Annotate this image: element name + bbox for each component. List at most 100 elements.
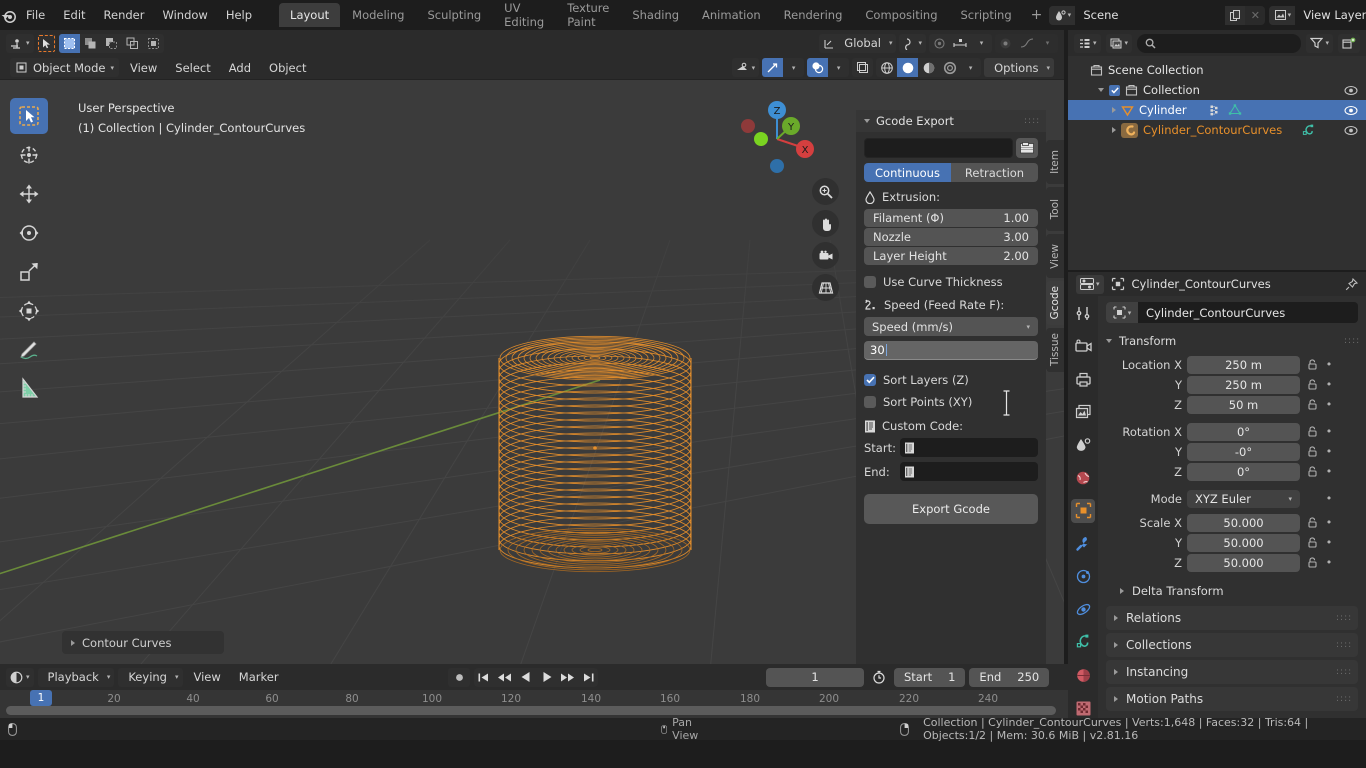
value-rotation-z[interactable]: 0° (1187, 463, 1300, 481)
overlays-group[interactable]: ▾ (807, 58, 849, 77)
overlays-caret-icon[interactable]: ▾ (828, 58, 849, 77)
chevron-right-icon[interactable] (1112, 127, 1116, 133)
annotate-tool[interactable] (10, 332, 48, 368)
tab-animation[interactable]: Animation (691, 3, 772, 27)
value-scale-y[interactable]: 50.000 (1187, 534, 1300, 552)
shading-solid-icon[interactable] (897, 58, 918, 77)
animate-dot-icon[interactable]: • (1324, 445, 1334, 458)
outliner-filter-button[interactable]: ▾ (1306, 34, 1333, 53)
outliner-row-scene-collection[interactable]: Scene Collection (1068, 60, 1366, 80)
outliner[interactable]: ▾ ▾ ▾ Scene Collection (1068, 30, 1366, 270)
shading-rendered-icon[interactable] (939, 58, 960, 77)
animate-dot-icon[interactable]: • (1324, 378, 1334, 391)
sidebar-tab-tissue[interactable]: Tissue (1046, 328, 1064, 372)
select-mode-group[interactable] (59, 34, 164, 53)
transform-tool[interactable] (10, 293, 48, 329)
viewport-menu-select[interactable]: Select (168, 58, 217, 78)
editor-type-button[interactable]: ▾ (6, 34, 34, 53)
sidebar-tab-view[interactable]: View (1046, 234, 1064, 278)
gizmo-caret-icon[interactable]: ▾ (783, 58, 804, 77)
proportional-size-icon[interactable] (950, 34, 971, 53)
tab-world-properties[interactable] (1071, 466, 1095, 490)
tab-modifier-properties[interactable] (1071, 532, 1095, 556)
panel-grip-icon[interactable]: :::: (1024, 119, 1038, 123)
viewlayer-selector[interactable]: ▾ View Layer ✕ (1269, 6, 1366, 25)
export-gcode-button[interactable]: Export Gcode (864, 494, 1038, 524)
panel-instancing[interactable]: Instancing :::: (1106, 660, 1358, 684)
object-mode-selector[interactable]: Object Mode ▾ (10, 58, 119, 77)
xray-toggle-button[interactable] (852, 58, 873, 77)
transform-panel-header[interactable]: Transform :::: (1106, 330, 1358, 352)
proportional-edit-icon[interactable] (929, 34, 950, 53)
timeline-strip[interactable]: 1 20 40 60 80 100 120 140 160 180 200 22… (0, 690, 1068, 718)
speed-value-input[interactable]: 30 (864, 341, 1038, 360)
viewport-menu-add[interactable]: Add (222, 58, 258, 78)
value-location-x[interactable]: 250 m (1187, 356, 1300, 374)
rotate-tool[interactable] (10, 215, 48, 251)
tab-retraction[interactable]: Retraction (951, 163, 1038, 182)
sidebar-tab-item[interactable]: Item (1046, 140, 1064, 184)
select-invert-icon[interactable] (122, 34, 143, 53)
gizmo-toggle-icon[interactable] (762, 58, 783, 77)
checkbox-sort-layers[interactable]: Sort Layers (Z) (864, 371, 1038, 388)
menu-render[interactable]: Render (95, 5, 154, 25)
scene-selector[interactable]: ▾ Scene ✕ (1049, 6, 1265, 25)
lock-icon[interactable] (1305, 517, 1319, 528)
delete-scene-button[interactable]: ✕ (1245, 6, 1265, 25)
tab-compositing[interactable]: Compositing (854, 3, 948, 27)
blender-logo-icon[interactable] (0, 0, 17, 30)
timeline-playhead[interactable]: 1 (30, 690, 52, 706)
jump-to-start-button[interactable] (474, 668, 493, 687)
outliner-row-cylinder[interactable]: Cylinder (1068, 100, 1366, 120)
outliner-row-cylinder-contourcurves[interactable]: Cylinder_ContourCurves (1068, 120, 1366, 140)
value-rotation-y[interactable]: -0° (1187, 443, 1300, 461)
tab-sculpting[interactable]: Sculpting (416, 3, 492, 27)
custom-start-input[interactable] (900, 438, 1038, 457)
navigation-gizmo[interactable]: Z X Y (736, 98, 814, 176)
tab-continuous[interactable]: Continuous (864, 163, 951, 182)
lock-icon[interactable] (1305, 359, 1319, 370)
timeline-menu-marker[interactable]: Marker (232, 667, 286, 687)
zoom-icon[interactable] (812, 178, 839, 205)
value-scale-z[interactable]: 50.000 (1187, 554, 1300, 572)
visibility-eye-icon[interactable] (1344, 105, 1358, 116)
sidebar-gcode-panel[interactable]: Gcode Export :::: Continuous Retraction … (856, 110, 1046, 664)
field-layer-height[interactable]: Layer Height 2.00 (864, 247, 1038, 265)
timeline-editor[interactable]: ▾ Playback ▾ Keying ▾ View Marker (0, 664, 1068, 718)
scale-tool[interactable] (10, 254, 48, 290)
tab-shading[interactable]: Shading (621, 3, 690, 27)
value-location-z[interactable]: 50 m (1187, 396, 1300, 414)
lock-icon[interactable] (1305, 537, 1319, 548)
tab-render-properties[interactable] (1071, 335, 1095, 359)
panel-motion-paths[interactable]: Motion Paths :::: (1106, 687, 1358, 711)
operator-panel[interactable]: Contour Curves (62, 631, 224, 654)
visibility-button[interactable]: ▾ (732, 58, 760, 77)
overlays-toggle-icon[interactable] (807, 58, 828, 77)
gizmo-group[interactable]: ▾ (762, 58, 804, 77)
panel-relations[interactable]: Relations :::: (1106, 606, 1358, 630)
sidebar-tab-gcode[interactable]: Gcode (1046, 281, 1064, 325)
shading-material-icon[interactable] (918, 58, 939, 77)
custom-end-input[interactable] (900, 462, 1038, 481)
timeline-editor-type-button[interactable]: ▾ (6, 668, 34, 687)
checkbox-sort-points[interactable]: Sort Points (XY) (864, 393, 1038, 410)
current-frame-field[interactable]: 1 (766, 668, 864, 687)
lock-icon[interactable] (1305, 426, 1319, 437)
gcode-panel-header[interactable]: Gcode Export :::: (856, 110, 1046, 132)
tab-output-properties[interactable] (1071, 368, 1095, 392)
pin-icon[interactable] (1345, 278, 1358, 291)
value-scale-x[interactable]: 50.000 (1187, 514, 1300, 532)
folder-icon[interactable] (1016, 138, 1038, 158)
move-tool[interactable] (10, 176, 48, 212)
animate-dot-icon[interactable]: • (1324, 536, 1334, 549)
jump-to-end-button[interactable] (579, 668, 598, 687)
curve-data-icon[interactable] (1301, 124, 1316, 136)
timeline-menu-playback[interactable]: Playback ▾ (38, 668, 115, 687)
cursor-tool[interactable] (10, 137, 48, 173)
field-nozzle[interactable]: Nozzle 3.00 (864, 228, 1038, 246)
outliner-new-collection-button[interactable] (1338, 34, 1360, 53)
chevron-right-icon[interactable] (1112, 107, 1116, 113)
lock-icon[interactable] (1305, 399, 1319, 410)
transform-orientation-button[interactable]: Global ▾ (819, 34, 896, 53)
delta-transform-subpanel[interactable]: Delta Transform (1106, 579, 1358, 603)
